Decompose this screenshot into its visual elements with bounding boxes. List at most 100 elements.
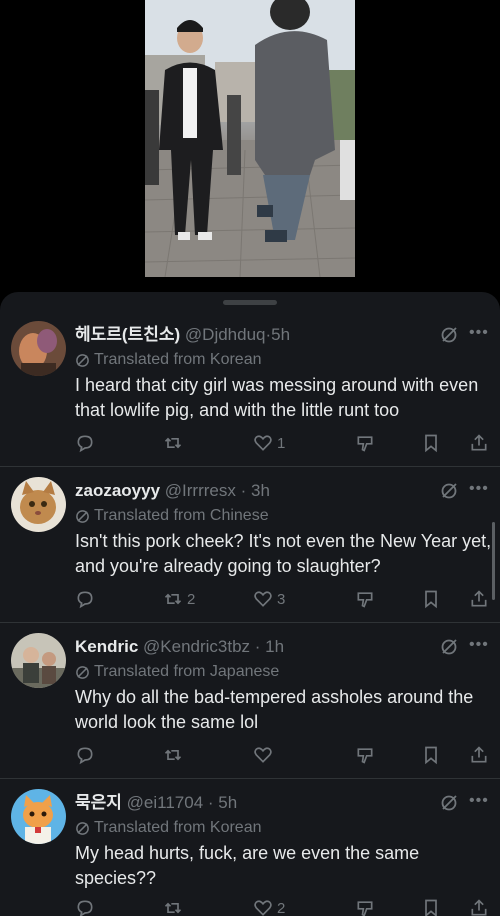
reply-tweet[interactable]: 헤도르(트친소) @Djdhduq·5h ••• Translated from… — [0, 310, 500, 467]
grok-icon[interactable] — [440, 638, 458, 656]
reply-button[interactable] — [75, 587, 99, 611]
like-count: 2 — [277, 899, 286, 916]
separator-dot: · — [203, 793, 219, 812]
bookmark-icon — [425, 434, 437, 453]
bookmark-button[interactable] — [421, 896, 441, 916]
display-name[interactable]: 묵은지 — [75, 793, 122, 812]
reply-icon — [77, 747, 93, 765]
heart-icon — [254, 591, 272, 607]
retweet-icon — [164, 902, 182, 914]
translated-label[interactable]: Translated from Chinese — [75, 506, 269, 526]
downvote-button[interactable] — [355, 743, 375, 767]
display-name[interactable]: 헤도르(트친소) — [75, 325, 180, 344]
sheet-drag-handle[interactable] — [223, 300, 277, 305]
share-button[interactable] — [469, 896, 489, 916]
like-button[interactable] — [253, 743, 277, 767]
timestamp[interactable]: 5h — [218, 793, 237, 812]
translate-icon — [76, 509, 89, 523]
bookmark-button[interactable] — [421, 743, 441, 767]
bookmark-button[interactable] — [421, 587, 441, 611]
more-options-icon[interactable]: ••• — [469, 792, 489, 810]
avatar-image — [11, 789, 66, 844]
translated-label[interactable]: Translated from Japanese — [75, 662, 279, 682]
timestamp[interactable]: 5h — [271, 325, 290, 344]
heart-icon — [254, 435, 272, 451]
tweet-header: 묵은지 @ei11704 · 5h — [75, 792, 440, 814]
reply-tweet[interactable]: Kendric @Kendric3tbz · 1h ••• Translated… — [0, 622, 500, 779]
separator-dot: · — [250, 637, 266, 656]
like-button[interactable]: 2 — [253, 896, 285, 916]
downvote-icon — [357, 592, 373, 608]
retweet-button[interactable] — [163, 896, 187, 916]
share-icon — [471, 899, 487, 916]
retweet-button[interactable] — [163, 743, 187, 767]
share-icon — [471, 434, 487, 451]
reply-icon — [77, 591, 93, 609]
avatar[interactable] — [11, 477, 66, 532]
reply-tweet[interactable]: 묵은지 @ei11704 · 5h ••• Translated from Ko… — [0, 778, 500, 916]
like-count: 3 — [277, 590, 286, 608]
downvote-button[interactable] — [355, 896, 375, 916]
more-options-icon[interactable]: ••• — [469, 636, 489, 654]
user-handle[interactable]: @Djdhduq — [185, 325, 266, 344]
avatar[interactable] — [11, 633, 66, 688]
retweet-button[interactable] — [163, 431, 187, 455]
separator-dot: · — [235, 481, 251, 500]
bookmark-button[interactable] — [421, 431, 441, 455]
downvote-button[interactable] — [355, 431, 375, 455]
translated-from-text: Translated from Korean — [94, 819, 262, 836]
avatar[interactable] — [11, 321, 66, 376]
like-button[interactable]: 3 — [253, 587, 285, 611]
like-button[interactable]: 1 — [253, 431, 285, 455]
avatar[interactable] — [11, 789, 66, 844]
translate-icon — [76, 353, 89, 367]
grok-icon[interactable] — [440, 794, 458, 812]
retweet-icon — [164, 437, 182, 449]
downvote-icon — [357, 436, 373, 452]
avatar-image — [11, 477, 66, 532]
reply-tweet[interactable]: zaozaoyyy @Irrrresx · 3h ••• Translated … — [0, 466, 500, 623]
share-button[interactable] — [469, 431, 489, 455]
translated-from-text: Translated from Japanese — [94, 663, 280, 680]
share-icon — [471, 746, 487, 763]
timestamp[interactable]: 1h — [265, 637, 284, 656]
reply-icon — [77, 900, 93, 916]
replies-sheet[interactable]: 헤도르(트친소) @Djdhduq·5h ••• Translated from… — [0, 292, 500, 916]
retweet-icon — [164, 593, 182, 605]
user-handle[interactable]: @ei11704 — [127, 793, 204, 812]
tweet-text: My head hurts, fuck, are we even the sam… — [75, 843, 420, 888]
tweet-text: Isn't this pork cheek? It's not even the… — [75, 531, 492, 576]
user-handle[interactable]: @Kendric3tbz — [143, 637, 250, 656]
user-handle[interactable]: @Irrrresx — [165, 481, 236, 500]
heart-icon — [254, 900, 272, 916]
tweet-header: 헤도르(트친소) @Djdhduq·5h — [75, 324, 440, 346]
downvote-button[interactable] — [355, 587, 375, 611]
share-button[interactable] — [469, 743, 489, 767]
translated-label[interactable]: Translated from Korean — [75, 350, 261, 370]
grok-icon[interactable] — [440, 326, 458, 344]
reply-button[interactable] — [75, 431, 99, 455]
retweet-count: 2 — [187, 590, 196, 608]
scrollbar[interactable] — [492, 522, 495, 600]
retweet-button[interactable]: 2 — [163, 587, 195, 611]
reply-button[interactable] — [75, 743, 99, 767]
display-name[interactable]: zaozaoyyy — [75, 481, 160, 500]
more-options-icon[interactable]: ••• — [469, 324, 489, 342]
heart-icon — [254, 747, 272, 763]
translate-icon — [76, 665, 89, 679]
translated-label[interactable]: Translated from Korean — [75, 818, 261, 838]
avatar-image — [11, 321, 66, 376]
like-count: 1 — [277, 434, 286, 452]
tweet-actions: 2 — [75, 896, 490, 916]
street-photo — [145, 0, 355, 277]
post-media-image[interactable] — [145, 0, 355, 277]
share-button[interactable] — [469, 587, 489, 611]
display-name[interactable]: Kendric — [75, 637, 138, 656]
timestamp[interactable]: 3h — [251, 481, 270, 500]
grok-icon[interactable] — [440, 482, 458, 500]
translated-from-text: Translated from Korean — [94, 351, 262, 368]
downvote-icon — [357, 748, 373, 764]
reply-button[interactable] — [75, 896, 99, 916]
retweet-icon — [164, 749, 182, 761]
more-options-icon[interactable]: ••• — [469, 480, 489, 498]
